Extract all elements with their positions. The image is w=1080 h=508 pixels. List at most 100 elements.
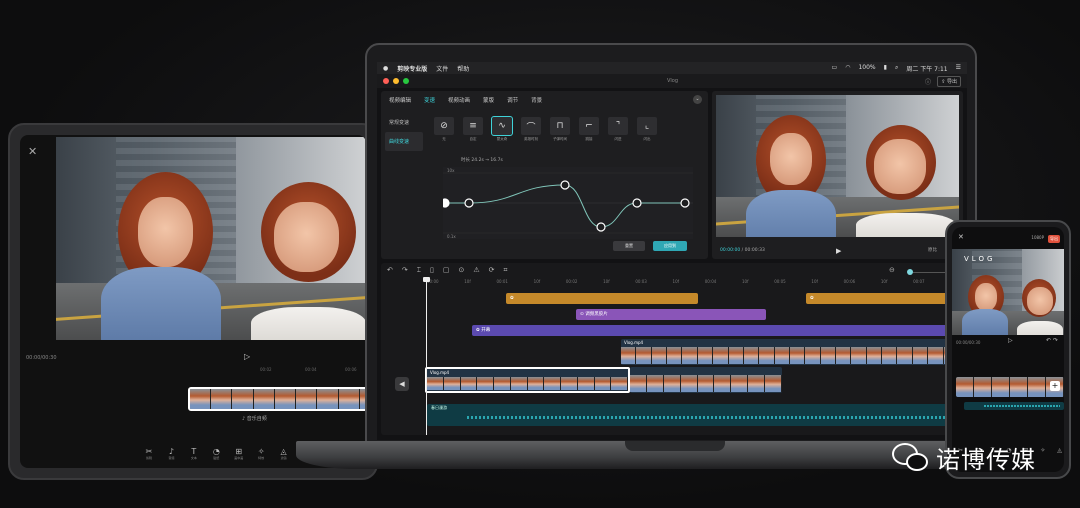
preset-bullet-time[interactable]: ⊓ 子弹时间 bbox=[549, 117, 571, 142]
text-icon[interactable]: T 文本 bbox=[185, 447, 203, 460]
rotate-icon[interactable]: ⟳ bbox=[489, 266, 495, 275]
clip-thumbnail bbox=[897, 347, 913, 364]
add-clip-button[interactable]: + bbox=[1050, 381, 1060, 391]
filter-icon[interactable]: ◬ 滤镜 bbox=[275, 447, 293, 460]
chevron-down-icon[interactable]: ⌄ bbox=[693, 95, 702, 104]
play-icon[interactable]: ▶ bbox=[836, 247, 841, 255]
clip-thumbnail bbox=[680, 375, 698, 392]
timeline-toolbar: ↶ ↷ ⌶ ▯ ▢ ⊙ ⚠ ⟳ ⌗ bbox=[387, 266, 516, 275]
playhead[interactable] bbox=[423, 277, 430, 435]
close-icon[interactable]: ✕ bbox=[28, 145, 37, 158]
ruler-tick: 00:03 bbox=[635, 279, 647, 284]
resolution-selector[interactable]: 1080P bbox=[1031, 235, 1044, 240]
clip-thumbnail bbox=[866, 347, 883, 364]
reset-button[interactable]: 重置 bbox=[613, 241, 645, 251]
curve-control-point[interactable] bbox=[443, 198, 450, 208]
screen-icon[interactable]: ▭ bbox=[832, 64, 838, 73]
play-icon[interactable]: ▷ bbox=[244, 352, 250, 361]
undo-icon[interactable]: ↶ ↷ bbox=[1046, 337, 1058, 344]
overlay-video-clip[interactable]: Vlog.mp4 bbox=[621, 339, 959, 365]
clip-thumbnail bbox=[882, 347, 898, 364]
menu-file[interactable]: 文件 bbox=[436, 64, 448, 73]
curve-control-point[interactable] bbox=[680, 198, 690, 208]
zoom-out-icon[interactable]: ⊖ bbox=[889, 266, 895, 274]
play-icon[interactable]: ▷ bbox=[1008, 337, 1013, 344]
reverse-icon[interactable]: ⊙ bbox=[458, 266, 464, 275]
clip-thumbnail bbox=[765, 375, 782, 392]
pip-icon[interactable]: ⊞ 画中画 bbox=[230, 447, 248, 460]
crop-icon[interactable]: ⌗ bbox=[503, 266, 507, 275]
help-icon[interactable]: ⓘ bbox=[925, 77, 931, 86]
effects-icon[interactable]: ✧ 特效 bbox=[252, 447, 270, 460]
main-video-clip-continued[interactable] bbox=[630, 367, 782, 393]
ratio-button[interactable]: 原比 bbox=[928, 247, 937, 253]
menu-help[interactable]: 帮助 bbox=[457, 64, 469, 73]
clip-thumbnail bbox=[527, 377, 545, 390]
redo-icon[interactable]: ↷ bbox=[402, 266, 408, 275]
preset-jump-cut[interactable]: ⌐ 跳接 bbox=[578, 117, 600, 142]
ruler-tick: 10f bbox=[741, 279, 749, 284]
preset-custom[interactable]: ≡ 自定 bbox=[462, 117, 484, 142]
close-window-button[interactable] bbox=[383, 78, 389, 84]
effect-track-clip[interactable]: ✿ 开幕 bbox=[472, 325, 959, 336]
tab-speed[interactable]: 变速 bbox=[424, 96, 435, 104]
apply-button[interactable]: 应用到 bbox=[653, 241, 687, 251]
sticker-icon[interactable]: ◔ 贴纸 bbox=[207, 447, 225, 460]
undo-icon[interactable]: ↶ bbox=[387, 266, 393, 275]
search-icon[interactable]: ⌕ bbox=[895, 64, 898, 73]
close-icon[interactable]: ✕ bbox=[958, 233, 964, 241]
curve-control-point[interactable] bbox=[632, 198, 642, 208]
music-icon[interactable]: ♪ 音频 bbox=[162, 447, 180, 460]
delete-icon[interactable]: ▯ bbox=[430, 266, 434, 275]
preset-montage[interactable]: ∿ 蒙太奇 bbox=[491, 116, 513, 142]
preset-flash-in[interactable]: ⌝ 闪进 bbox=[607, 117, 629, 142]
video-clip[interactable] bbox=[188, 387, 366, 411]
export-button[interactable]: 导出 bbox=[1048, 235, 1060, 243]
mode-curve-speed[interactable]: 曲线变速 bbox=[385, 132, 423, 151]
freeze-icon[interactable]: ▢ bbox=[443, 266, 450, 275]
export-button[interactable]: ⇪ 导出 bbox=[937, 75, 961, 87]
split-icon[interactable]: ⌶ bbox=[417, 266, 421, 275]
wifi-icon[interactable]: ◠ bbox=[845, 64, 850, 73]
clip-thumbnail bbox=[494, 377, 511, 390]
mode-normal-speed[interactable]: 常规变速 bbox=[385, 113, 423, 132]
tab-video-animation[interactable]: 视频动画 bbox=[448, 96, 470, 104]
preset-none[interactable]: ⊘ 无 bbox=[433, 117, 455, 142]
video-clip[interactable] bbox=[956, 377, 1064, 397]
effects-icon[interactable]: ✧ bbox=[1040, 447, 1045, 454]
tab-video-edit[interactable]: 视频编辑 bbox=[389, 96, 411, 104]
tab-adjust[interactable]: 调节 bbox=[507, 96, 518, 104]
clip-thumbnail bbox=[743, 347, 760, 364]
speed-curve-graph[interactable]: 10x 0.1x bbox=[443, 167, 693, 239]
curve-control-point[interactable] bbox=[596, 222, 606, 232]
apple-icon[interactable]: ● bbox=[383, 65, 388, 72]
sticker-track-clip[interactable]: ✿ bbox=[506, 293, 698, 304]
clip-thumbnail bbox=[728, 347, 744, 364]
effect-track-clip[interactable]: ⊙ 调频黑胶片 bbox=[576, 309, 766, 320]
ruler-tick: 00:07 bbox=[913, 279, 925, 284]
minimize-window-button[interactable] bbox=[393, 78, 399, 84]
ruler-tick: 10f bbox=[603, 279, 610, 284]
scissors-icon[interactable]: ✂ 剪辑 bbox=[140, 447, 158, 460]
control-center-icon[interactable]: ☰ bbox=[956, 64, 961, 73]
mirror-icon[interactable]: ⚠ bbox=[473, 266, 479, 275]
audio-track-clip[interactable]: 春日漫游 bbox=[427, 404, 959, 426]
zoom-window-button[interactable] bbox=[403, 78, 409, 84]
curve-control-point[interactable] bbox=[464, 198, 474, 208]
preset-flash-out[interactable]: ⌞ 闪出 bbox=[636, 117, 658, 142]
tab-background[interactable]: 背景 bbox=[531, 96, 542, 104]
tab-mask[interactable]: 蒙版 bbox=[483, 96, 494, 104]
filter-icon[interactable]: ◬ bbox=[1057, 447, 1062, 454]
mac-menubar: ● 剪映专业版 文件 帮助 ▭ ◠ 100% ▮ ⌕ 周二 下午 7:11 ☰ bbox=[377, 62, 967, 74]
app-menu[interactable]: 剪映专业版 bbox=[397, 64, 427, 73]
curve-control-point[interactable] bbox=[560, 180, 570, 190]
cover-button[interactable]: ◀ bbox=[395, 377, 409, 391]
preset-hero[interactable]: ⌒ 英雄时刻 bbox=[520, 117, 542, 142]
battery-icon[interactable]: ▮ bbox=[884, 64, 887, 73]
audio-caption: ♪ 音乐自频 bbox=[242, 416, 267, 422]
audio-track-clip[interactable] bbox=[964, 402, 1064, 410]
clip-thumbnail bbox=[805, 347, 821, 364]
main-video-clip[interactable]: Vlog.mp4 bbox=[425, 367, 630, 393]
sticker-track-clip[interactable]: ✿ bbox=[806, 293, 959, 304]
watermark-text: 诺博传媒 bbox=[936, 446, 1036, 474]
